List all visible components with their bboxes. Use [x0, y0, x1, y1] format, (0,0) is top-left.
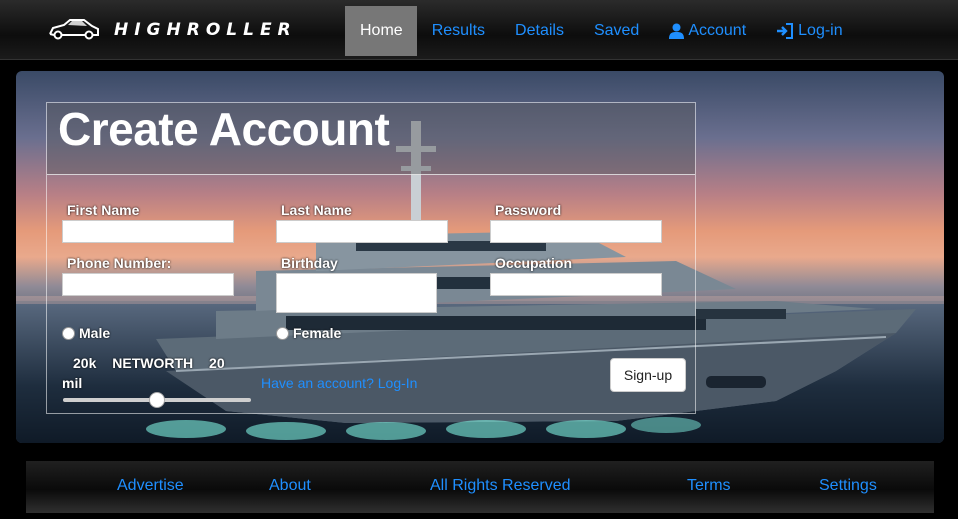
login-icon [776, 23, 794, 39]
networth-slider-labels: 20k NETWORTH 20 mil [62, 353, 262, 393]
nav-home[interactable]: Home [345, 6, 417, 56]
nav-saved-label: Saved [593, 22, 640, 39]
nav-details[interactable]: Details [500, 6, 579, 56]
nav-login[interactable]: Log-in [761, 6, 857, 56]
birthday-label: Birthday [281, 255, 338, 271]
footer-terms-link[interactable]: Terms [687, 477, 731, 495]
brand-logo[interactable]: HIGHROLLER [48, 14, 297, 46]
user-icon [669, 23, 685, 39]
footer-settings-link[interactable]: Settings [819, 477, 877, 495]
login-link[interactable]: Have an account? Log-In [261, 375, 417, 391]
gender-male-label: Male [79, 325, 111, 341]
slider-title: NETWORTH [112, 355, 194, 371]
nav-details-label: Details [515, 22, 564, 39]
last-name-field[interactable] [276, 220, 448, 243]
nav-login-label: Log-in [798, 22, 843, 39]
birthday-field[interactable] [276, 273, 437, 313]
main-nav: Home Results Details Saved Account Log-i… [345, 6, 858, 56]
first-name-field[interactable] [62, 220, 234, 243]
nav-results-label: Results [431, 22, 486, 39]
password-label: Password [495, 202, 562, 218]
last-name-label: Last Name [281, 202, 352, 218]
first-name-label: First Name [67, 202, 140, 218]
brand-name: HIGHROLLER [114, 20, 297, 40]
occupation-label: Occupation [495, 255, 573, 271]
car-icon [49, 19, 99, 40]
nav-account[interactable]: Account [654, 6, 761, 56]
nav-home-label: Home [360, 22, 403, 39]
radio-circle [276, 326, 289, 340]
gender-female-radio[interactable]: Female [276, 325, 341, 341]
signup-button[interactable]: Sign-up [610, 358, 686, 392]
password-field[interactable] [490, 220, 662, 243]
form-header: Create Account [47, 103, 695, 175]
radio-circle [62, 326, 75, 340]
gender-female-label: Female [293, 325, 342, 341]
footer-rights-text[interactable]: All Rights Reserved [430, 477, 571, 495]
slider-max-label: 20 [209, 355, 225, 371]
slider-max-unit: mil [62, 375, 83, 391]
footer-about-link[interactable]: About [269, 477, 311, 495]
nav-account-label: Account [688, 22, 747, 39]
nav-results[interactable]: Results [417, 6, 500, 56]
gender-male-radio[interactable]: Male [62, 325, 110, 341]
phone-field[interactable] [62, 273, 234, 296]
nav-saved[interactable]: Saved [579, 6, 654, 56]
slider-thumb[interactable] [149, 392, 165, 408]
page-title: Create Account [58, 103, 390, 155]
footer-advertise-link[interactable]: Advertise [117, 477, 184, 495]
occupation-field[interactable] [490, 273, 662, 296]
slider-min-label: 20k [73, 355, 97, 371]
navbar: HIGHROLLER Home Results Details Saved Ac… [0, 0, 958, 60]
phone-label: Phone Number: [67, 255, 172, 271]
networth-slider[interactable] [63, 392, 251, 408]
footer: Advertise About All Rights Reserved Term… [26, 461, 934, 513]
